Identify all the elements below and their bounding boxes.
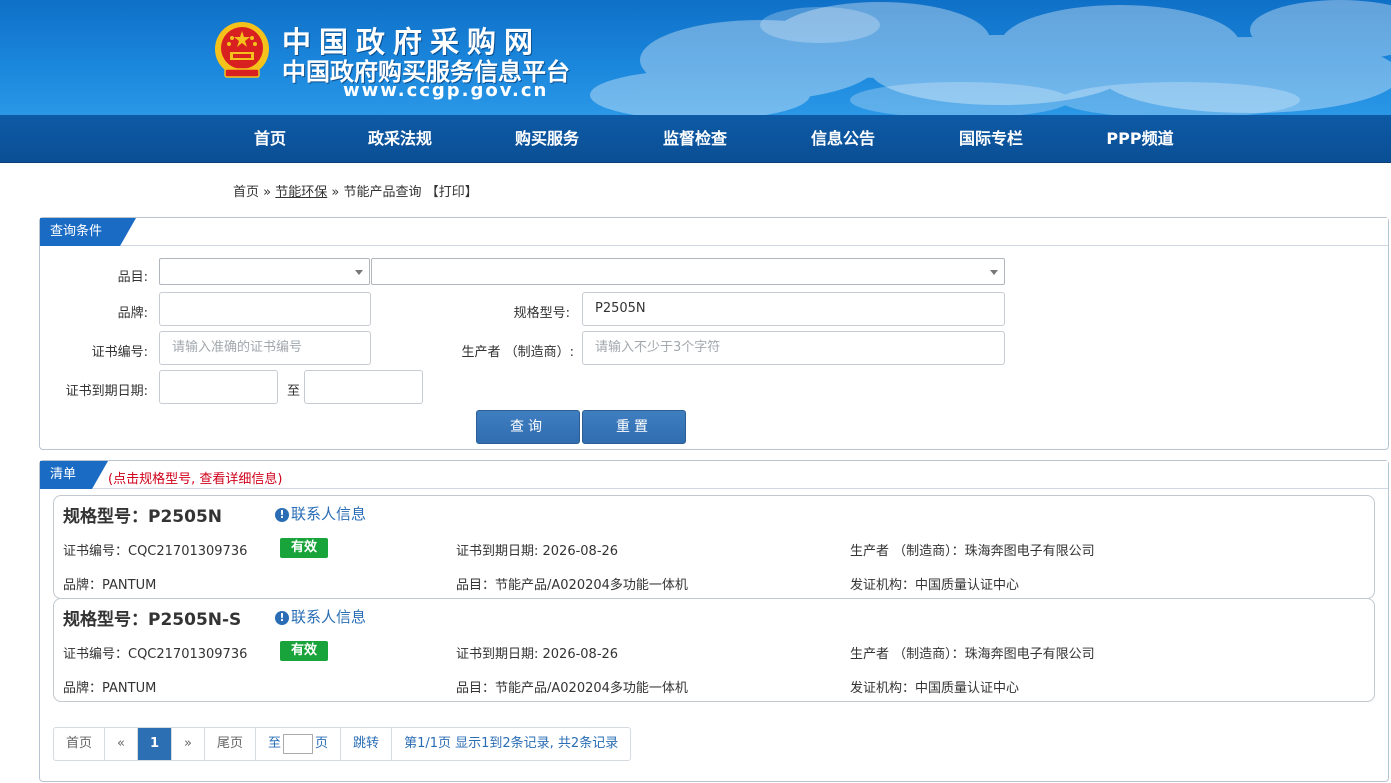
- national-emblem-icon: [215, 22, 269, 78]
- pagination: 首页 « 1 » 尾页 至页 跳转 第1/1页 显示1到2条记录, 共2条记录: [53, 727, 632, 761]
- results-hint: (点击规格型号, 查看详细信息): [108, 472, 283, 487]
- brand-input[interactable]: [159, 292, 371, 326]
- result-category: 品目：节能产品/A020204多功能一体机: [456, 681, 688, 696]
- page-current-button[interactable]: 1: [137, 728, 173, 760]
- nav-item-home[interactable]: 首页: [238, 115, 302, 163]
- page-next-button[interactable]: »: [172, 728, 205, 760]
- result-card: 规格型号：P2505N-S ! 联系人信息 证书编号：CQC21701309736…: [53, 598, 1375, 702]
- page-number-input[interactable]: [283, 733, 314, 754]
- page-goto-prefix: 至: [268, 736, 282, 751]
- reset-button[interactable]: 重置: [582, 410, 686, 444]
- tab-edge: [120, 218, 136, 246]
- page-jump-button[interactable]: 跳转: [341, 728, 393, 760]
- page-goto: 至页: [256, 728, 342, 760]
- category-label: 品目:: [117, 270, 148, 285]
- print-link[interactable]: 【打印】: [426, 185, 478, 200]
- brand-label: 品牌:: [117, 306, 148, 321]
- result-model-link[interactable]: 规格型号：P2505N: [63, 502, 222, 527]
- contact-info-label: 联系人信息: [291, 608, 367, 626]
- exclamation-circle-icon: !: [275, 508, 289, 522]
- manufacturer-input[interactable]: 请输入不少于3个字符: [582, 331, 1005, 365]
- results-panel: 清单 (点击规格型号, 查看详细信息) 规格型号：P2505N ! 联系人信息 证…: [39, 460, 1389, 782]
- result-brand: 品牌：PANTUM: [63, 681, 157, 696]
- status-badge: 有效: [280, 538, 328, 558]
- manufacturer-label: 生产者 （制造商）:: [461, 345, 574, 360]
- query-panel-tab: 查询条件: [40, 218, 120, 246]
- result-cert-number: 证书编号：CQC21701309736: [63, 544, 248, 559]
- cloud-background: [590, 0, 1391, 115]
- query-panel: 查询条件 品目: 品牌: 规格型号: P2505N 证书编号: 请输入准确的证书…: [39, 217, 1389, 450]
- nav-item-regulations[interactable]: 政采法规: [360, 115, 440, 163]
- result-issuer: 发证机构：中国质量认证中心: [850, 681, 1020, 696]
- breadcrumb-separator: »: [331, 185, 340, 200]
- result-issuer: 发证机构：中国质量认证中心: [850, 578, 1020, 593]
- category-select-secondary[interactable]: [371, 258, 1005, 285]
- nav-item-supervision[interactable]: 监督检查: [655, 115, 735, 163]
- cert-number-input[interactable]: 请输入准确的证书编号: [159, 331, 371, 365]
- main-nav: 首页 政采法规 购买服务 监督检查 信息公告 国际专栏 PPP频道: [0, 115, 1391, 163]
- result-expiry-date: 证书到期日期: 2026-08-26: [456, 544, 619, 559]
- status-badge: 有效: [280, 641, 328, 661]
- page-last-button[interactable]: 尾页: [205, 728, 257, 760]
- exclamation-circle-icon: !: [275, 611, 289, 625]
- result-brand: 品牌：PANTUM: [63, 578, 157, 593]
- expiry-date-from-input[interactable]: [159, 370, 278, 404]
- tab-edge: [92, 461, 108, 489]
- dropdown-arrow-icon: [355, 270, 363, 275]
- page-goto-suffix: 页: [315, 736, 329, 751]
- breadcrumb-separator: »: [263, 185, 272, 200]
- model-label: 规格型号:: [513, 306, 570, 321]
- query-panel-header: 查询条件: [40, 218, 1388, 246]
- expiry-date-to-input[interactable]: [304, 370, 423, 404]
- site-banner: 中国政府采购网 中国政府购买服务信息平台 www.ccgp.gov.cn: [0, 0, 1391, 115]
- nav-item-purchase-services[interactable]: 购买服务: [507, 115, 587, 163]
- contact-info-link[interactable]: ! 联系人信息: [275, 606, 366, 627]
- results-panel-tab: 清单: [40, 461, 92, 489]
- dropdown-arrow-icon: [990, 270, 998, 275]
- model-input[interactable]: P2505N: [582, 292, 1005, 326]
- contact-info-label: 联系人信息: [291, 505, 367, 523]
- category-select-primary[interactable]: [159, 258, 370, 285]
- contact-info-link[interactable]: ! 联系人信息: [275, 503, 366, 524]
- result-manufacturer: 生产者 （制造商）：珠海奔图电子有限公司: [850, 544, 1095, 559]
- expiry-date-label: 证书到期日期:: [65, 384, 148, 399]
- cert-number-label: 证书编号:: [91, 345, 148, 360]
- result-category: 品目：节能产品/A020204多功能一体机: [456, 578, 688, 593]
- result-cert-number: 证书编号：CQC21701309736: [63, 647, 248, 662]
- page-first-button[interactable]: 首页: [54, 728, 106, 760]
- result-card: 规格型号：P2505N ! 联系人信息 证书编号：CQC21701309736 有…: [53, 495, 1375, 599]
- result-model-link[interactable]: 规格型号：P2505N-S: [63, 605, 241, 630]
- result-expiry-date: 证书到期日期: 2026-08-26: [456, 647, 619, 662]
- nav-item-international[interactable]: 国际专栏: [951, 115, 1031, 163]
- breadcrumb-home[interactable]: 首页: [233, 185, 259, 200]
- page-prev-button[interactable]: «: [105, 728, 138, 760]
- nav-item-announcements[interactable]: 信息公告: [803, 115, 883, 163]
- expiry-date-to-label: 至: [286, 384, 300, 399]
- result-manufacturer: 生产者 （制造商）：珠海奔图电子有限公司: [850, 647, 1095, 662]
- site-logo-url: www.ccgp.gov.cn: [343, 80, 549, 101]
- breadcrumb-current-page: 节能产品查询: [343, 185, 422, 200]
- breadcrumb: 首页 » 节能环保 » 节能产品查询 【打印】: [233, 181, 478, 200]
- search-button[interactable]: 查询: [476, 410, 580, 444]
- results-panel-header: 清单 (点击规格型号, 查看详细信息): [40, 461, 1388, 489]
- breadcrumb-energy-section[interactable]: 节能环保: [275, 185, 327, 200]
- nav-item-ppp[interactable]: PPP频道: [1098, 115, 1182, 163]
- page-summary: 第1/1页 显示1到2条记录, 共2条记录: [404, 736, 619, 751]
